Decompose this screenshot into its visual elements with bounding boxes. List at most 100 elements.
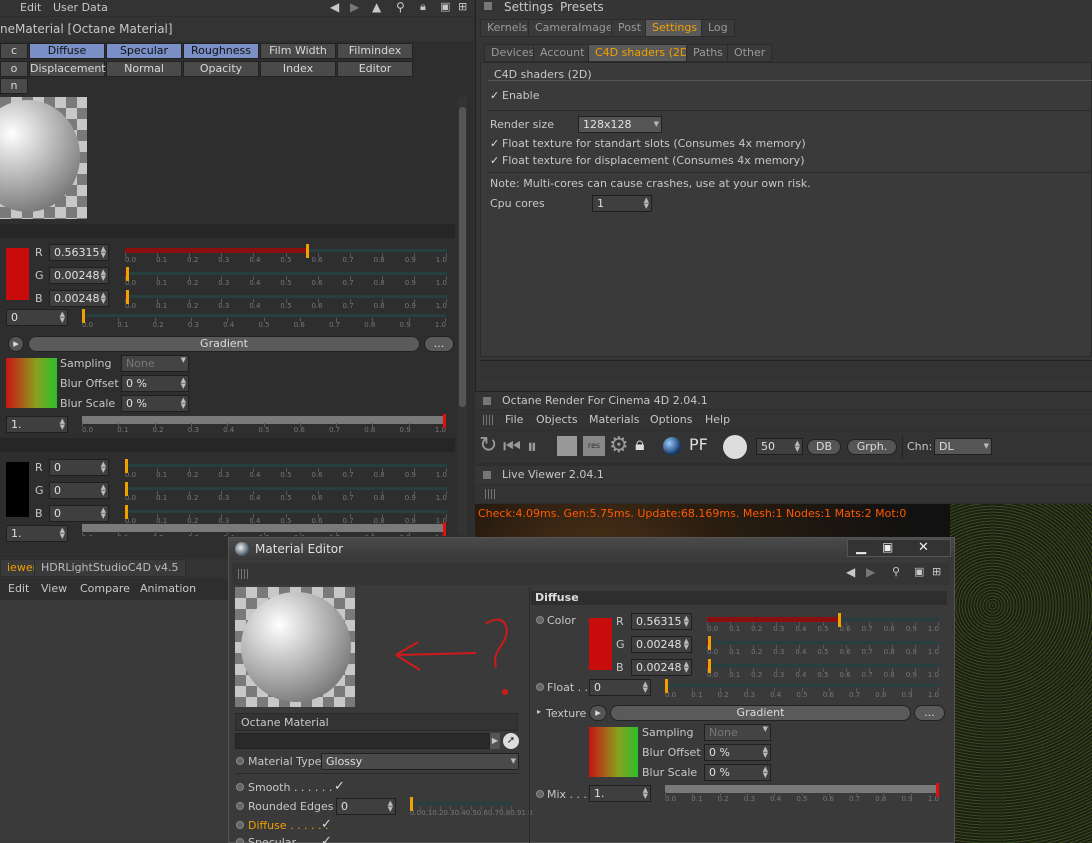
- rounded-edges-slider[interactable]: 0.0 0.1 0.2 0.3 0.4 0.5 0.6 0.7 0.8 0.9 1.0: [410, 797, 533, 821]
- octane-menu-help[interactable]: Help: [705, 413, 730, 426]
- left-float-slider[interactable]: 0.0 0.1 0.2 0.3 0.4 0.5 0.6 0.7 0.8 0.9 1.0: [82, 309, 446, 333]
- octane-menu-options[interactable]: Options: [650, 413, 692, 426]
- grph-button[interactable]: Grph.: [847, 439, 897, 455]
- editor-lock-icon[interactable]: ▣: [914, 565, 924, 578]
- minimize-icon[interactable]: ▁: [856, 540, 866, 555]
- material-editor-titlebar[interactable]: Material Editor ▁ ▣ ✕: [229, 538, 954, 560]
- pause-icon[interactable]: ⏸: [527, 434, 537, 458]
- left-mix2-slider[interactable]: 0.00.10.20.30.40.50.60.70.80.91.0: [82, 522, 446, 536]
- editor-g-field[interactable]: 0.00248 ▲ ▼: [631, 636, 692, 653]
- editor-r-field[interactable]: 0.56315 ▲ ▼: [631, 613, 692, 630]
- editor-history-icon[interactable]: ⚲: [892, 565, 900, 578]
- float-radio[interactable]: [536, 683, 544, 691]
- material-type-select[interactable]: Glossy ▼: [321, 753, 519, 770]
- settings-menu-settings[interactable]: Settings: [504, 0, 553, 14]
- octane-menu-objects[interactable]: Objects: [536, 413, 578, 426]
- rounded-edges-field[interactable]: 0 ▲ ▼: [336, 798, 396, 815]
- slider-knob[interactable]: [707, 636, 711, 650]
- menu-user-data[interactable]: User Data: [53, 1, 108, 14]
- tab-hdrlightstudio[interactable]: HDRLightStudioC4D v4.5: [34, 559, 186, 577]
- picker-icon[interactable]: ➚: [503, 733, 519, 749]
- editor-mix-field[interactable]: 1. ▲ ▼: [589, 785, 651, 802]
- left-ellipsis-button[interactable]: ...: [424, 336, 454, 352]
- channel-tab-film-width[interactable]: Film Width: [260, 43, 336, 59]
- channel-tab-prefix[interactable]: o: [0, 61, 28, 77]
- slider-knob[interactable]: [443, 522, 446, 536]
- left-blur-scale-field[interactable]: 0 % ▲ ▼: [121, 395, 189, 412]
- editor-mix-slider[interactable]: 0.0 0.1 0.2 0.3 0.4 0.5 0.6 0.7 0.8 0.9 1.0: [665, 783, 939, 807]
- slider-track[interactable]: [125, 487, 447, 490]
- diffuse-checkbox[interactable]: ✓: [321, 817, 332, 832]
- editor-back-icon[interactable]: ◀: [846, 565, 855, 579]
- slider-track[interactable]: [125, 272, 447, 275]
- enable-checkbox[interactable]: ✓ Enable: [490, 89, 539, 102]
- left-r2-field[interactable]: 0 ▲ ▼: [49, 459, 109, 476]
- left-r-field[interactable]: 0.56315 ▲ ▼: [49, 244, 109, 261]
- editor-gradient-button[interactable]: Gradient: [610, 705, 911, 721]
- stop-icon[interactable]: [557, 436, 577, 456]
- left-color-swatch-2[interactable]: [6, 462, 29, 517]
- slider-knob[interactable]: [707, 659, 711, 673]
- slider-knob[interactable]: [410, 797, 413, 811]
- diffuse-radio[interactable]: [236, 821, 244, 829]
- channel-tab-diffuse[interactable]: Diffuse: [29, 43, 105, 59]
- lock-icon[interactable]: 🔒︎: [420, 0, 426, 14]
- channel-tab-roughness[interactable]: Roughness: [183, 43, 259, 59]
- slider-track[interactable]: [410, 802, 512, 805]
- editor-color-swatch[interactable]: [589, 618, 612, 670]
- left-texture-toggle[interactable]: ▸: [8, 336, 24, 352]
- editor-ellipsis-button[interactable]: ...: [914, 705, 945, 721]
- channel-tab-editor[interactable]: Editor: [337, 61, 413, 77]
- settings-tab-kernels[interactable]: Kernels: [480, 19, 535, 37]
- slider-knob[interactable]: [125, 290, 129, 304]
- db-button[interactable]: DB: [807, 439, 841, 455]
- color-radio[interactable]: [536, 616, 544, 624]
- slider-knob[interactable]: [665, 679, 668, 693]
- channel-tab-prefix[interactable]: c: [0, 43, 28, 59]
- slider-knob[interactable]: [837, 613, 841, 627]
- slider-track[interactable]: [707, 641, 939, 644]
- channel-tab-displacement[interactable]: Displacement: [29, 61, 106, 77]
- link-field[interactable]: [235, 733, 490, 749]
- left-mix-field[interactable]: 1. ▲ ▼: [6, 416, 68, 433]
- render-size-select[interactable]: 128x128 ▼: [578, 116, 662, 133]
- left-blur-offset-field[interactable]: 0 % ▲ ▼: [121, 375, 189, 392]
- smooth-checkbox[interactable]: ✓: [334, 779, 345, 794]
- settings-tab-cameraimager[interactable]: CameraImager: [528, 19, 625, 37]
- search-icon[interactable]: ⚲: [396, 0, 405, 14]
- slider-track[interactable]: [125, 510, 447, 513]
- slider-knob[interactable]: [125, 267, 129, 281]
- slider-knob[interactable]: [443, 414, 446, 428]
- new-panel-icon[interactable]: ⊞: [458, 0, 467, 13]
- smooth-radio[interactable]: [236, 783, 244, 791]
- left-g2-field[interactable]: 0 ▲ ▼: [49, 482, 109, 499]
- editor-new-icon[interactable]: ⊞: [932, 565, 941, 578]
- slider-knob[interactable]: [125, 505, 128, 519]
- nav-forward-icon[interactable]: ▶: [350, 0, 359, 14]
- link-arrow-icon[interactable]: ▶: [490, 733, 500, 749]
- lock-render-icon[interactable]: 🔒︎: [635, 434, 645, 455]
- channel-tab-index[interactable]: Index: [260, 61, 336, 77]
- left-gradient-button[interactable]: Gradient: [28, 336, 420, 352]
- editor-blur-offset-field[interactable]: 0 % ▲ ▼: [704, 744, 771, 761]
- editor-blur-scale-field[interactable]: 0 % ▲ ▼: [704, 764, 771, 781]
- texture-expand-icon[interactable]: ▸: [537, 707, 541, 716]
- chn-select[interactable]: DL ▼: [934, 438, 992, 455]
- octane-menu-materials[interactable]: Materials: [589, 413, 639, 426]
- editor-texture-toggle[interactable]: ▸: [589, 705, 607, 721]
- channel-tab-filmindex[interactable]: Filmindex: [337, 43, 413, 59]
- channel-tab-specular[interactable]: Specular: [106, 43, 182, 59]
- float-std-checkbox[interactable]: ✓ Float texture for standart slots (Consu…: [490, 137, 806, 150]
- material-type-radio[interactable]: [236, 757, 244, 765]
- channel-tab-extra[interactable]: n: [0, 78, 28, 94]
- pointer-icon[interactable]: ▲: [372, 0, 381, 14]
- slider-knob[interactable]: [125, 459, 128, 473]
- left-g-slider[interactable]: 0.0 0.1 0.2 0.3 0.4 0.5 0.6 0.7 0.8 0.9 1.0: [125, 267, 447, 291]
- left-r2-slider[interactable]: 0.0 0.1 0.2 0.3 0.4 0.5 0.6 0.7 0.8 0.9 1.0: [125, 459, 447, 483]
- settings-gear-icon[interactable]: ⚙: [609, 433, 629, 458]
- menu-edit-2[interactable]: Edit: [8, 582, 29, 595]
- left-b-field[interactable]: 0.00248 ▲ ▼: [49, 290, 109, 307]
- specular-radio[interactable]: [236, 838, 244, 843]
- editor-b-field[interactable]: 0.00248 ▲ ▼: [631, 659, 692, 676]
- resolution-icon[interactable]: res: [583, 436, 605, 456]
